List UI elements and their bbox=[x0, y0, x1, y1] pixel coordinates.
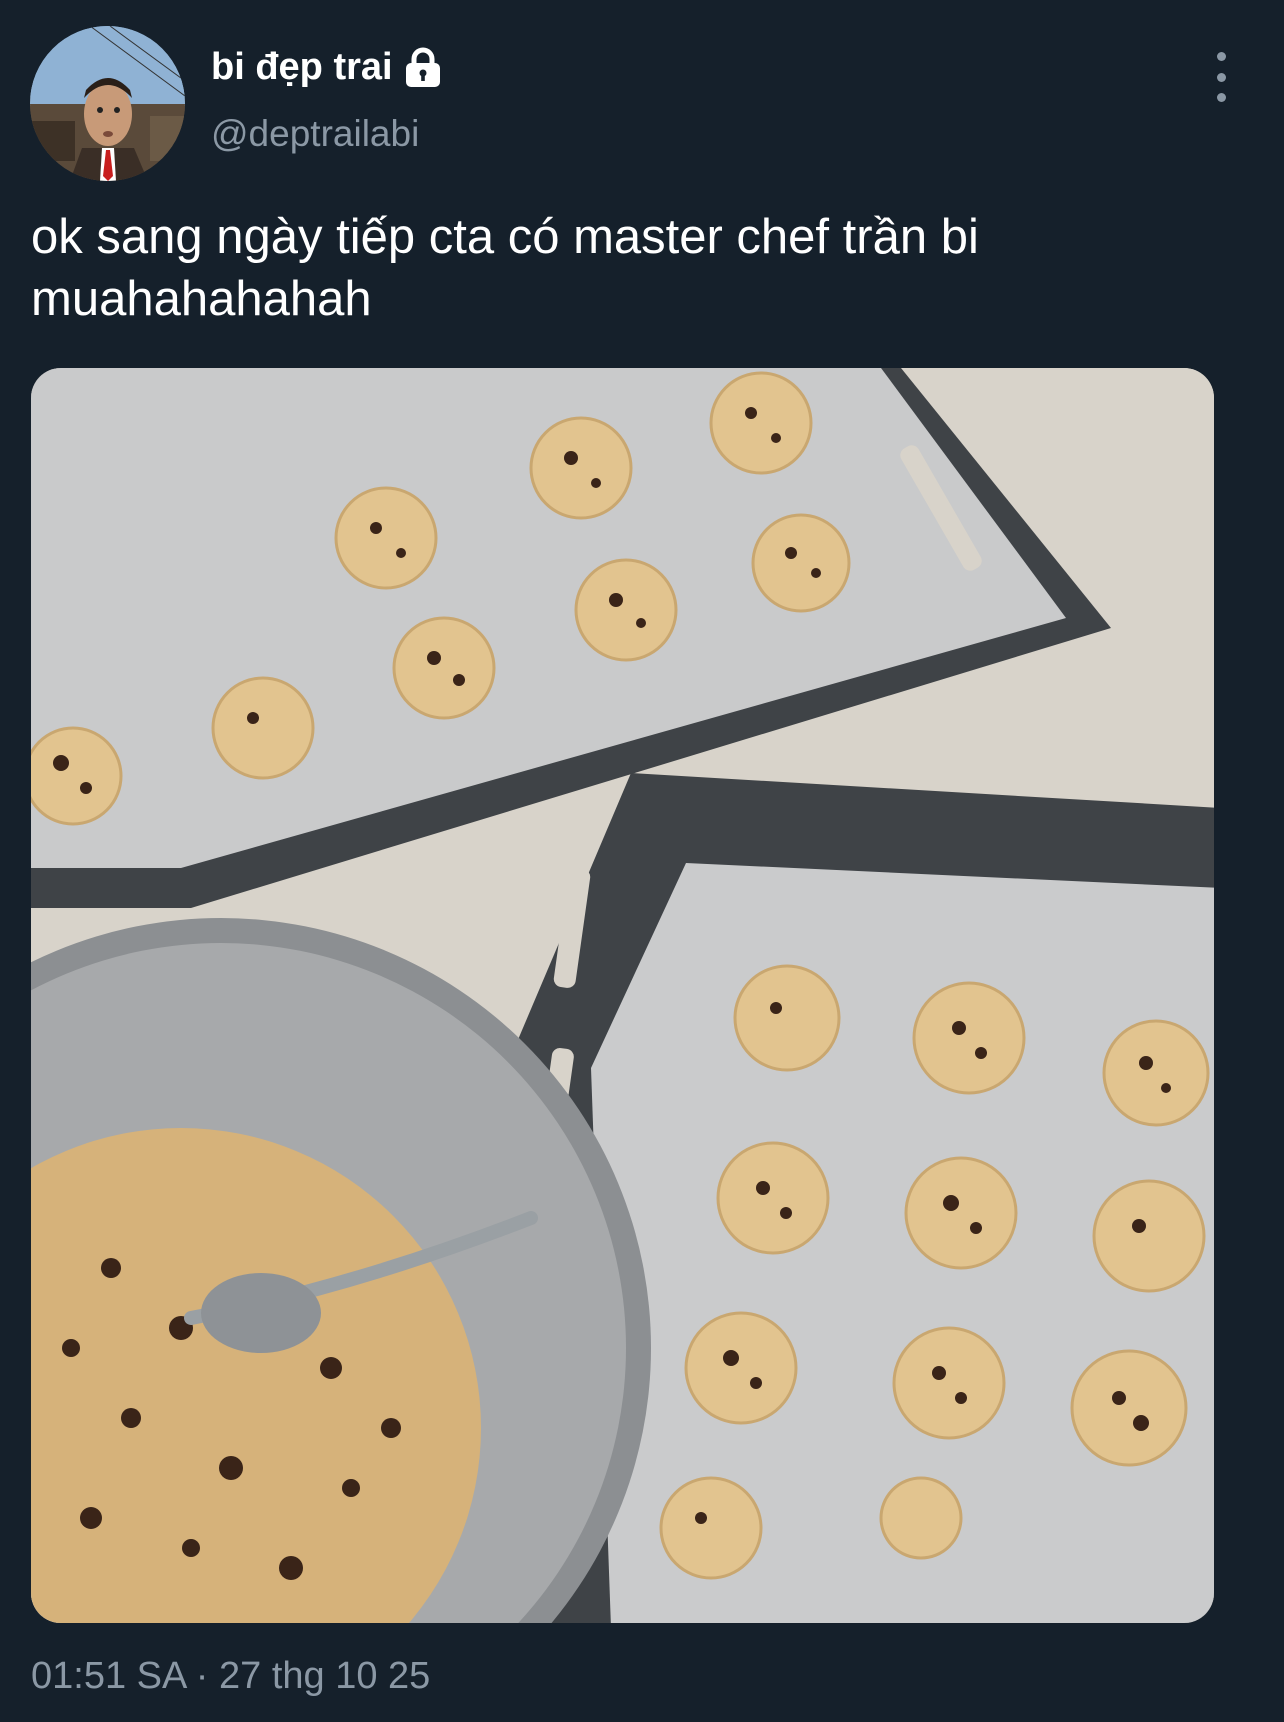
avatar[interactable] bbox=[30, 26, 185, 181]
avatar-image bbox=[30, 26, 185, 181]
cookie-baking-photo bbox=[31, 368, 1214, 1623]
author-handle[interactable]: @deptrailabi bbox=[211, 113, 419, 155]
lock-icon bbox=[403, 47, 443, 89]
tweet-timestamp[interactable]: 01:51 SA · 27 thg 10 25 bbox=[31, 1655, 430, 1698]
more-vertical-icon[interactable] bbox=[1206, 52, 1236, 102]
tweet-photo[interactable] bbox=[31, 368, 1214, 1623]
author-name-row[interactable]: bi đẹp trai bbox=[211, 46, 443, 89]
tweet-text: ok sang ngày tiếp cta có master chef trầ… bbox=[31, 210, 979, 326]
author-display-name[interactable]: bi đẹp trai bbox=[211, 46, 393, 89]
